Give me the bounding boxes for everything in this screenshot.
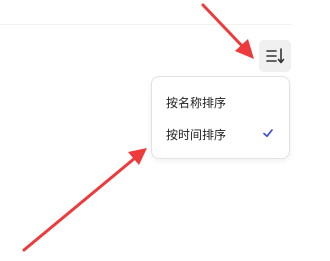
menu-item-sort-by-name[interactable]: 按名称排序 xyxy=(152,87,289,117)
menu-item-label: 按时间排序 xyxy=(166,127,227,142)
menu-item-label: 按名称排序 xyxy=(166,95,227,110)
annotation-arrow-to-sort-button xyxy=(201,3,254,59)
sort-button[interactable] xyxy=(259,40,291,72)
sort-dropdown-menu: 按名称排序 按时间排序 xyxy=(151,76,290,159)
top-divider xyxy=(0,24,292,25)
menu-item-sort-by-time[interactable]: 按时间排序 xyxy=(152,119,289,149)
checkmark-icon xyxy=(263,129,273,138)
annotation-arrow-to-sort-menu xyxy=(22,148,147,252)
sort-icon xyxy=(266,48,285,64)
